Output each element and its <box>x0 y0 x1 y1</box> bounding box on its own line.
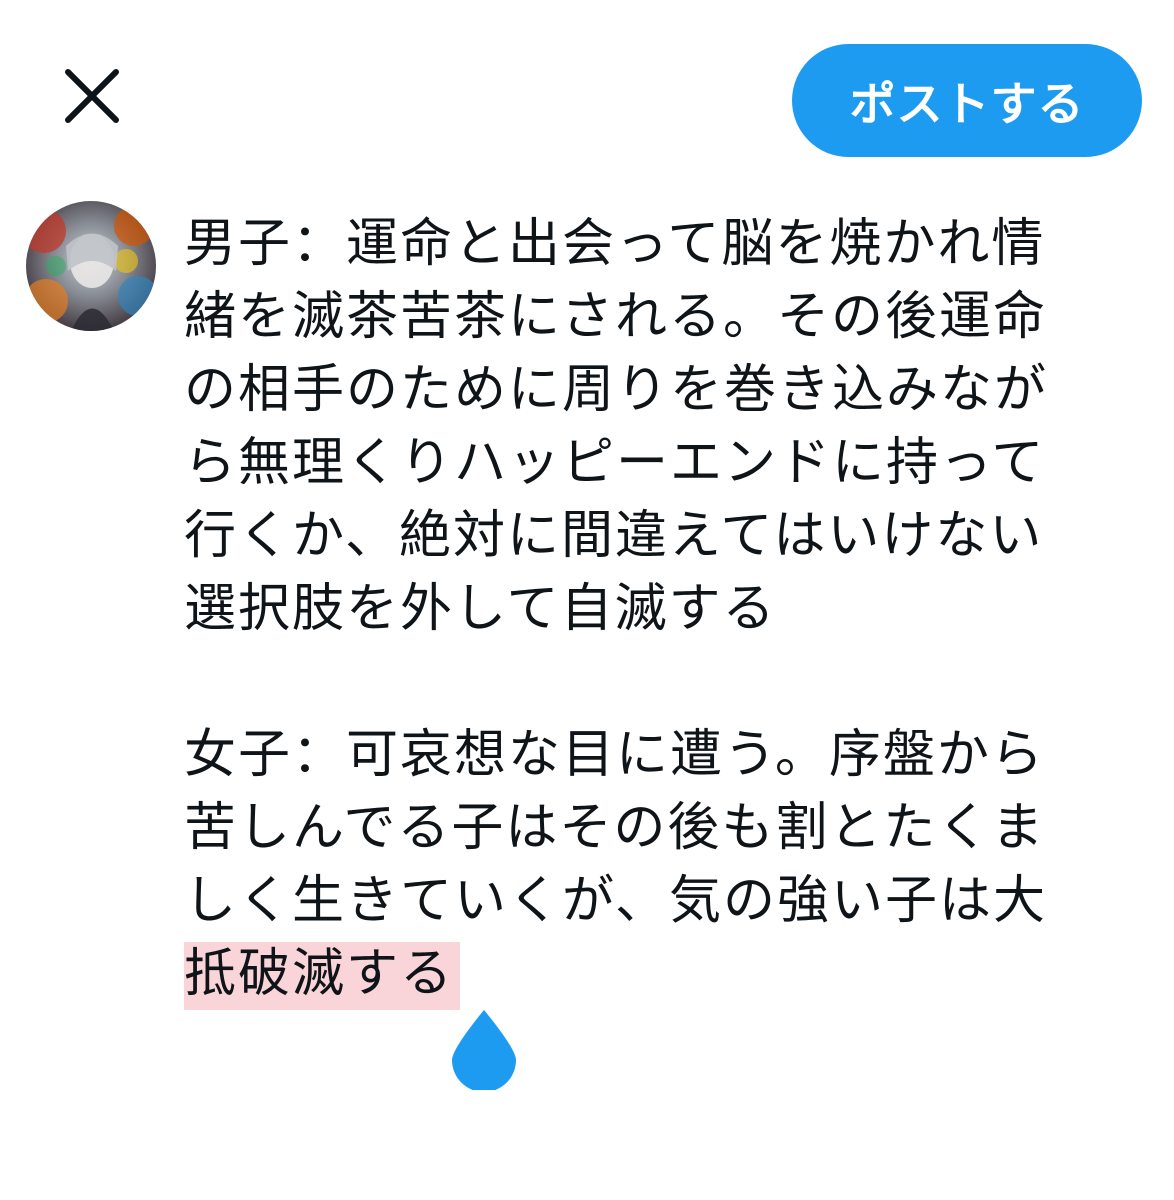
text-line: 苦しんでる子はその後も割とたくま <box>184 798 1046 858</box>
text-line: 選択肢を外して自滅する <box>184 579 777 639</box>
post-text-area[interactable]: 男子：運命と出会って脳を焼かれ情 緒を滅茶苦茶にされる。その後運命 の相手のため… <box>184 208 1144 1011</box>
text-line: 男子：運命と出会って脳を焼かれ情 <box>184 214 1046 274</box>
text-line: しく生きていくが、気の強い子は大 <box>184 871 1047 931</box>
text-line: 緒を滅茶苦茶にされる。その後運命 <box>184 287 1047 347</box>
text-line: の相手のために周りを巻き込みなが <box>184 360 1049 420</box>
close-icon <box>65 69 119 123</box>
text-line: 女子：可哀想な目に遭う。序盤から <box>184 725 1045 785</box>
post-button[interactable]: ポストする <box>792 44 1142 157</box>
text-line: ら無理くりハッピーエンドに持って <box>184 433 1046 493</box>
avatar <box>26 201 156 331</box>
close-button[interactable] <box>58 62 126 130</box>
text-line: 行くか、絶対に間違えてはいけない <box>184 506 1044 566</box>
text-line-last: 抵破滅する <box>184 938 1144 1011</box>
selected-text[interactable]: 抵破滅する <box>184 942 461 1010</box>
selection-handle-icon[interactable] <box>449 1008 519 1092</box>
